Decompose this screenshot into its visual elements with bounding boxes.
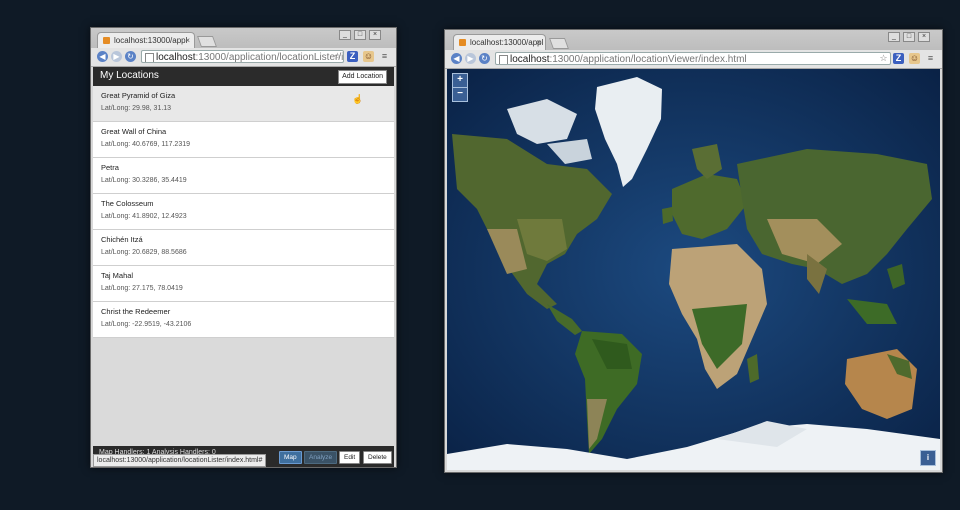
app-header: My Locations Add Location [93, 67, 394, 86]
face-extension-icon[interactable]: ☺ [909, 53, 920, 64]
minimize-icon[interactable]: _ [888, 32, 900, 42]
location-name: Taj Mahal [101, 271, 134, 280]
url-path: :13000/application/locationViewer/index.… [549, 54, 747, 65]
location-name: Great Pyramid of Giza [101, 91, 176, 100]
new-tab-button[interactable] [196, 36, 218, 47]
browser-toolbar: ◀ ▶ ↻ localhost:13000/application/locati… [445, 50, 942, 69]
add-location-button[interactable]: Add Location [338, 70, 387, 84]
location-coords: Lat/Long: 20.6829, 88.5686 [101, 249, 187, 256]
forward-icon[interactable]: ▶ [111, 51, 122, 62]
location-coords: Lat/Long: -22.9519, -43.2106 [101, 321, 192, 328]
location-name: Christ the Redeemer [101, 307, 171, 316]
satellite-map-image [447, 69, 940, 470]
favicon-icon [459, 39, 466, 46]
list-item[interactable]: Petra Lat/Long: 30.3286, 35.4419 [93, 158, 394, 194]
status-bubble: localhost:13000/application/locationList… [93, 454, 267, 467]
page-icon [499, 55, 508, 64]
bookmark-star-icon[interactable]: ☆ [332, 51, 343, 62]
tab-close-icon[interactable]: × [536, 35, 541, 50]
location-list: Great Pyramid of Giza Lat/Long: 29.98, 3… [93, 86, 394, 338]
close-window-icon[interactable]: × [369, 30, 381, 40]
location-lister-window: localhost:13000/appl × _ □ × ◀ ▶ ↻ local… [90, 27, 397, 468]
page-icon [145, 53, 154, 62]
location-viewer-window: localhost:13000/appl × _ □ × ◀ ▶ ↻ local… [444, 29, 943, 473]
url-host: localhost [510, 54, 550, 65]
browser-toolbar: ◀ ▶ ↻ localhost:13000/application/locati… [91, 48, 396, 67]
tab-strip: localhost:13000/appl × _ □ × [445, 30, 942, 50]
tab-close-icon[interactable]: × [185, 33, 190, 48]
map-button[interactable]: Map [279, 451, 302, 464]
url-host: localhost [156, 52, 196, 63]
list-item[interactable]: Great Pyramid of Giza Lat/Long: 29.98, 3… [93, 86, 394, 122]
tab-strip: localhost:13000/appl × _ □ × [91, 28, 396, 48]
maximize-icon[interactable]: □ [354, 30, 366, 40]
location-name: Great Wall of China [101, 127, 167, 136]
edit-button[interactable]: Edit [339, 451, 361, 464]
url-path: :13000/application/locationLister/ir [195, 52, 344, 63]
reload-icon[interactable]: ↻ [125, 51, 136, 62]
world-map[interactable]: + − i [447, 69, 940, 470]
list-item[interactable]: Christ the Redeemer Lat/Long: -22.9519, … [93, 302, 394, 338]
bookmark-star-icon[interactable]: ☆ [878, 53, 889, 64]
location-name: The Colosseum [101, 199, 154, 208]
location-coords: Lat/Long: 27.175, 78.0419 [101, 285, 183, 292]
delete-button[interactable]: Delete [363, 451, 392, 464]
tab-title: localhost:13000/appl [470, 38, 544, 47]
list-item[interactable]: Great Wall of China Lat/Long: 40.6769, 1… [93, 122, 394, 158]
location-coords: Lat/Long: 30.3286, 35.4419 [101, 177, 187, 184]
zoom-in-button[interactable]: + [452, 73, 468, 88]
browser-tab[interactable]: localhost:13000/appl × [97, 32, 195, 48]
location-lister-app: My Locations Add Location Great Pyramid … [93, 67, 394, 467]
address-bar[interactable]: localhost:13000/application/locationView… [495, 52, 891, 65]
location-coords: Lat/Long: 29.98, 31.13 [101, 105, 172, 112]
location-coords: Lat/Long: 41.8902, 12.4923 [101, 213, 187, 220]
browser-tab[interactable]: localhost:13000/appl × [453, 34, 546, 50]
back-icon[interactable]: ◀ [451, 53, 462, 64]
minimize-icon[interactable]: _ [339, 30, 351, 40]
info-button[interactable]: i [920, 450, 936, 466]
list-item[interactable]: Chichén Itzá Lat/Long: 20.6829, 88.5686 [93, 230, 394, 266]
forward-icon[interactable]: ▶ [465, 53, 476, 64]
analyze-button[interactable]: Analyze [304, 451, 338, 464]
maximize-icon[interactable]: □ [903, 32, 915, 42]
location-name: Petra [101, 163, 119, 172]
app-title: My Locations [100, 70, 159, 81]
list-item[interactable]: The Colosseum Lat/Long: 41.8902, 12.4923 [93, 194, 394, 230]
app-footer: Map Handlers: 1 Analysis Handlers: 0 loc… [93, 446, 394, 467]
location-name: Chichén Itzá [101, 235, 143, 244]
zoom-out-button[interactable]: − [452, 87, 468, 102]
reload-icon[interactable]: ↻ [479, 53, 490, 64]
z-extension-icon[interactable]: Z [347, 51, 358, 62]
tab-title: localhost:13000/appl [114, 36, 188, 45]
face-extension-icon[interactable]: ☺ [363, 51, 374, 62]
new-tab-button[interactable] [548, 38, 570, 49]
list-item[interactable]: Taj Mahal Lat/Long: 27.175, 78.0419 [93, 266, 394, 302]
location-coords: Lat/Long: 40.6769, 117.2319 [101, 141, 191, 148]
menu-icon[interactable]: ≡ [379, 51, 390, 62]
z-extension-icon[interactable]: Z [893, 53, 904, 64]
close-window-icon[interactable]: × [918, 32, 930, 42]
hand-cursor-icon: ☝ [352, 94, 364, 104]
favicon-icon [103, 37, 110, 44]
back-icon[interactable]: ◀ [97, 51, 108, 62]
address-bar[interactable]: localhost:13000/application/locationList… [141, 50, 344, 63]
menu-icon[interactable]: ≡ [925, 53, 936, 64]
